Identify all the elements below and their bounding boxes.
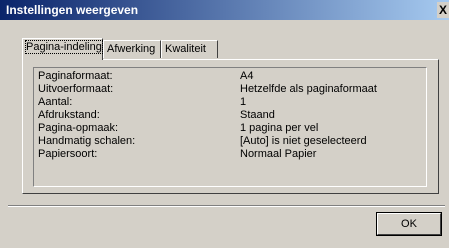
setting-key: Uitvoerformaat: — [38, 83, 114, 95]
tab-afwerking[interactable]: Afwerking — [103, 40, 161, 58]
ok-button[interactable]: OK — [376, 212, 442, 236]
tab-kwaliteit[interactable]: Kwaliteit — [161, 40, 218, 58]
setting-key: Paginaformaat: — [38, 70, 113, 82]
setting-key: Handmatig schalen: — [38, 135, 136, 147]
dialog-window: Instellingen weergeven X Pagina-indeling… — [0, 0, 449, 248]
setting-row: Papiersoort: Normaal Papier — [38, 148, 418, 160]
title-bar[interactable]: Instellingen weergeven X — [0, 0, 449, 20]
close-button[interactable]: X — [437, 2, 449, 18]
tab-label: Pagina-indeling — [25, 40, 103, 54]
setting-row: Pagina-opmaak: 1 pagina per vel — [38, 122, 418, 134]
setting-row: Aantal: 1 — [38, 96, 418, 108]
setting-row: Handmatig schalen: [Auto] is niet gesele… — [38, 135, 418, 147]
setting-value: 1 pagina per vel — [240, 122, 319, 134]
setting-key: Afdrukstand: — [38, 109, 100, 121]
setting-row: Afdrukstand: Staand — [38, 109, 418, 121]
setting-value: Staand — [240, 109, 275, 121]
setting-value: [Auto] is niet geselecteerd — [240, 135, 367, 147]
tab-label: Afwerking — [107, 43, 156, 55]
setting-row: Uitvoerformaat: Hetzelfde als paginaform… — [38, 83, 418, 95]
setting-row: Paginaformaat: A4 — [38, 70, 418, 82]
setting-key: Papiersoort: — [38, 148, 98, 160]
tab-pagina-indeling[interactable]: Pagina-indeling — [22, 38, 103, 60]
setting-value: A4 — [240, 70, 254, 82]
tab-label: Kwaliteit — [165, 43, 206, 55]
divider — [8, 205, 445, 207]
setting-key: Aantal: — [38, 96, 73, 108]
setting-value: 1 — [240, 96, 247, 108]
setting-value: Normaal Papier — [240, 148, 317, 160]
setting-value: Hetzelfde als paginaformaat — [240, 83, 377, 95]
window-title: Instellingen weergeven — [6, 3, 139, 17]
setting-key: Pagina-opmaak: — [38, 122, 119, 134]
